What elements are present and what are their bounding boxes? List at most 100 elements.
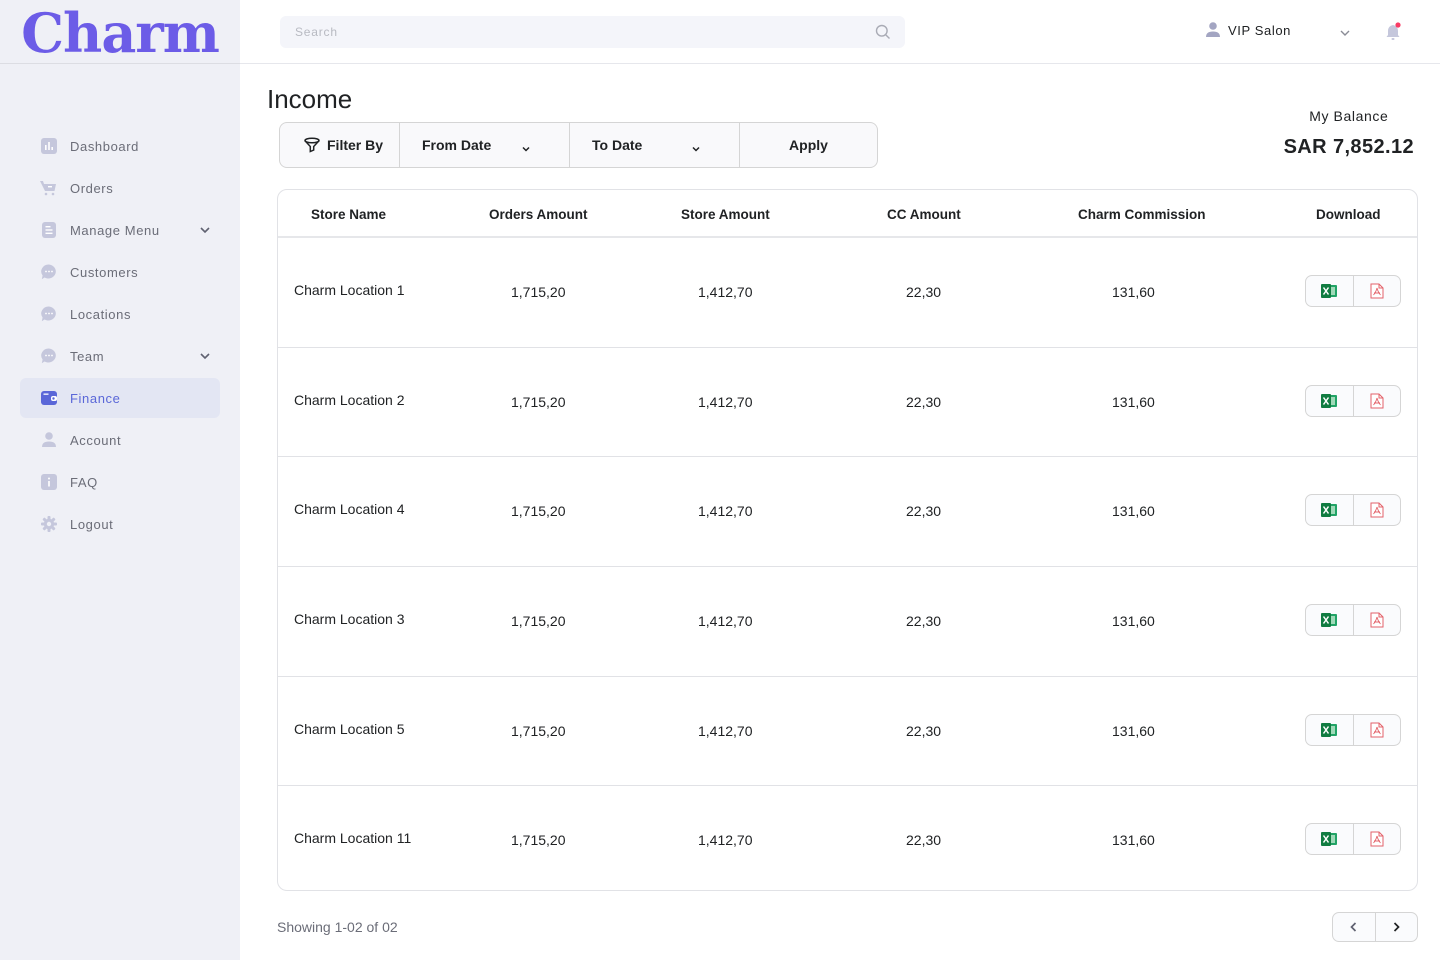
download-excel-button[interactable] xyxy=(1306,824,1354,855)
search-input[interactable] xyxy=(295,25,855,39)
cell-orders-amount: 1,715,20 xyxy=(511,613,566,630)
download-pdf-button[interactable] xyxy=(1354,715,1401,745)
column-header-charm-commission[interactable]: Charm Commission xyxy=(1078,207,1206,222)
user-icon xyxy=(1206,22,1220,38)
download-excel-button[interactable] xyxy=(1306,495,1354,526)
pdf-icon xyxy=(1370,831,1384,847)
download-pdf-button[interactable] xyxy=(1354,386,1401,416)
excel-icon xyxy=(1321,284,1338,298)
to-date-label: To Date xyxy=(592,137,643,153)
sidebar-item-account[interactable]: Account xyxy=(20,420,220,460)
pdf-icon xyxy=(1370,502,1384,518)
cell-cc-amount: 22,30 xyxy=(906,722,942,739)
from-date-label: From Date xyxy=(422,137,492,153)
cell-store-name: Charm Location 1 xyxy=(294,282,405,298)
cell-orders-amount: 1,715,20 xyxy=(511,722,566,739)
cell-charm-commission: 131,60 xyxy=(1112,832,1155,849)
download-pdf-button[interactable] xyxy=(1354,495,1401,525)
cell-orders-amount: 1,715,20 xyxy=(511,503,566,520)
top-header: VIP Salon xyxy=(240,0,1440,64)
sidebar-item-label: Manage Menu xyxy=(70,222,160,238)
sidebar-item-faq[interactable]: FAQ xyxy=(20,462,220,502)
column-header-download: Download xyxy=(1316,207,1381,222)
cell-cc-amount: 22,30 xyxy=(906,284,942,300)
download-excel-button[interactable] xyxy=(1306,714,1354,745)
pdf-icon xyxy=(1370,393,1384,409)
sidebar-item-label: Orders xyxy=(70,180,114,196)
app: Charm Dashboard Orders Manage Menu Custo… xyxy=(0,0,1440,960)
sidebar-item-label: Team xyxy=(70,348,105,364)
sidebar-item-label: Dashboard xyxy=(70,138,139,154)
download-pdf-button[interactable] xyxy=(1354,824,1401,854)
cell-store-name: Charm Location 3 xyxy=(294,611,405,628)
cell-store-name: Charm Location 2 xyxy=(294,391,405,408)
sidebar-item-label: Finance xyxy=(70,390,121,406)
column-header-cc-amount[interactable]: CC Amount xyxy=(887,207,961,222)
chevron-down-icon[interactable] xyxy=(198,223,212,237)
sidebar-item-orders[interactable]: Orders xyxy=(20,168,220,208)
chevron-left-icon xyxy=(1350,922,1356,932)
sidebar-item-finance[interactable]: Finance xyxy=(20,378,220,418)
apply-button[interactable]: Apply xyxy=(740,123,877,167)
cell-orders-amount: 1,715,20 xyxy=(511,393,566,410)
sidebar-item-dashboard[interactable]: Dashboard xyxy=(20,126,220,166)
search-bar xyxy=(280,16,905,48)
download-excel-button[interactable] xyxy=(1306,605,1354,636)
download-excel-button[interactable] xyxy=(1306,276,1354,306)
cell-store-amount: 1,412,70 xyxy=(698,503,753,520)
logo[interactable]: Charm xyxy=(0,0,240,64)
cell-cc-amount: 22,30 xyxy=(906,613,942,630)
cell-store-name: Charm Location 4 xyxy=(294,501,405,518)
download-group xyxy=(1305,384,1401,417)
column-header-store-amount[interactable]: Store Amount xyxy=(681,207,770,222)
cell-charm-commission: 131,60 xyxy=(1112,284,1155,300)
download-pdf-button[interactable] xyxy=(1354,276,1401,306)
table-row: Charm Location 4 1,715,20 1,412,70 22,30… xyxy=(278,457,1417,568)
sidebar-item-label: Account xyxy=(70,432,122,448)
chat-icon xyxy=(40,264,57,281)
excel-icon xyxy=(1321,613,1338,628)
chevron-down-icon[interactable] xyxy=(1338,26,1352,40)
user-menu[interactable]: VIP Salon xyxy=(1206,22,1291,38)
to-date-dropdown[interactable]: To Date xyxy=(570,123,740,167)
pagination-info: Showing 1-02 of 02 xyxy=(277,919,398,935)
table-row: Charm Location 5 1,715,20 1,412,70 22,30… xyxy=(278,677,1417,787)
search-icon[interactable] xyxy=(875,24,891,40)
next-page-button[interactable] xyxy=(1376,913,1418,941)
chevron-down-icon[interactable] xyxy=(198,349,212,363)
sidebar-item-manage-menu[interactable]: Manage Menu xyxy=(20,210,220,250)
bar-chart-icon xyxy=(40,138,57,155)
cell-store-name: Charm Location 5 xyxy=(294,720,405,737)
cell-charm-commission: 131,60 xyxy=(1112,613,1155,630)
sidebar-item-logout[interactable]: Logout xyxy=(20,504,220,544)
excel-icon xyxy=(1321,503,1338,518)
balance-value: SAR 7,852.12 xyxy=(1283,136,1414,158)
sidebar-item-team[interactable]: Team xyxy=(20,336,220,376)
cell-store-amount: 1,412,70 xyxy=(698,722,753,739)
table-row: Charm Location 3 1,715,20 1,412,70 22,30… xyxy=(278,567,1417,677)
prev-page-button[interactable] xyxy=(1333,913,1376,941)
gear-icon xyxy=(40,516,57,533)
download-pdf-button[interactable] xyxy=(1354,605,1401,635)
apply-label: Apply xyxy=(789,137,828,153)
notification-bell-icon[interactable] xyxy=(1385,22,1403,42)
sidebar-item-customers[interactable]: Customers xyxy=(20,252,220,292)
column-header-store-name[interactable]: Store Name xyxy=(311,207,386,222)
balance-card: My Balance SAR 7,852.12 xyxy=(1284,108,1414,159)
cell-charm-commission: 131,60 xyxy=(1112,393,1155,410)
table-header: Store Name Orders Amount Store Amount CC… xyxy=(278,190,1417,238)
download-group xyxy=(1305,275,1401,307)
cell-store-amount: 1,412,70 xyxy=(698,284,753,300)
document-icon xyxy=(40,222,57,239)
sidebar-item-locations[interactable]: Locations xyxy=(20,294,220,334)
excel-icon xyxy=(1321,722,1338,737)
download-excel-button[interactable] xyxy=(1306,385,1354,416)
chat-icon xyxy=(40,348,57,365)
column-header-orders-amount[interactable]: Orders Amount xyxy=(489,207,588,222)
pdf-icon xyxy=(1370,283,1384,299)
from-date-dropdown[interactable]: From Date xyxy=(400,123,570,167)
cell-store-amount: 1,412,70 xyxy=(698,613,753,630)
chevron-down-icon xyxy=(521,141,531,152)
wallet-icon xyxy=(40,390,57,407)
sidebar-item-label: Customers xyxy=(70,264,139,280)
